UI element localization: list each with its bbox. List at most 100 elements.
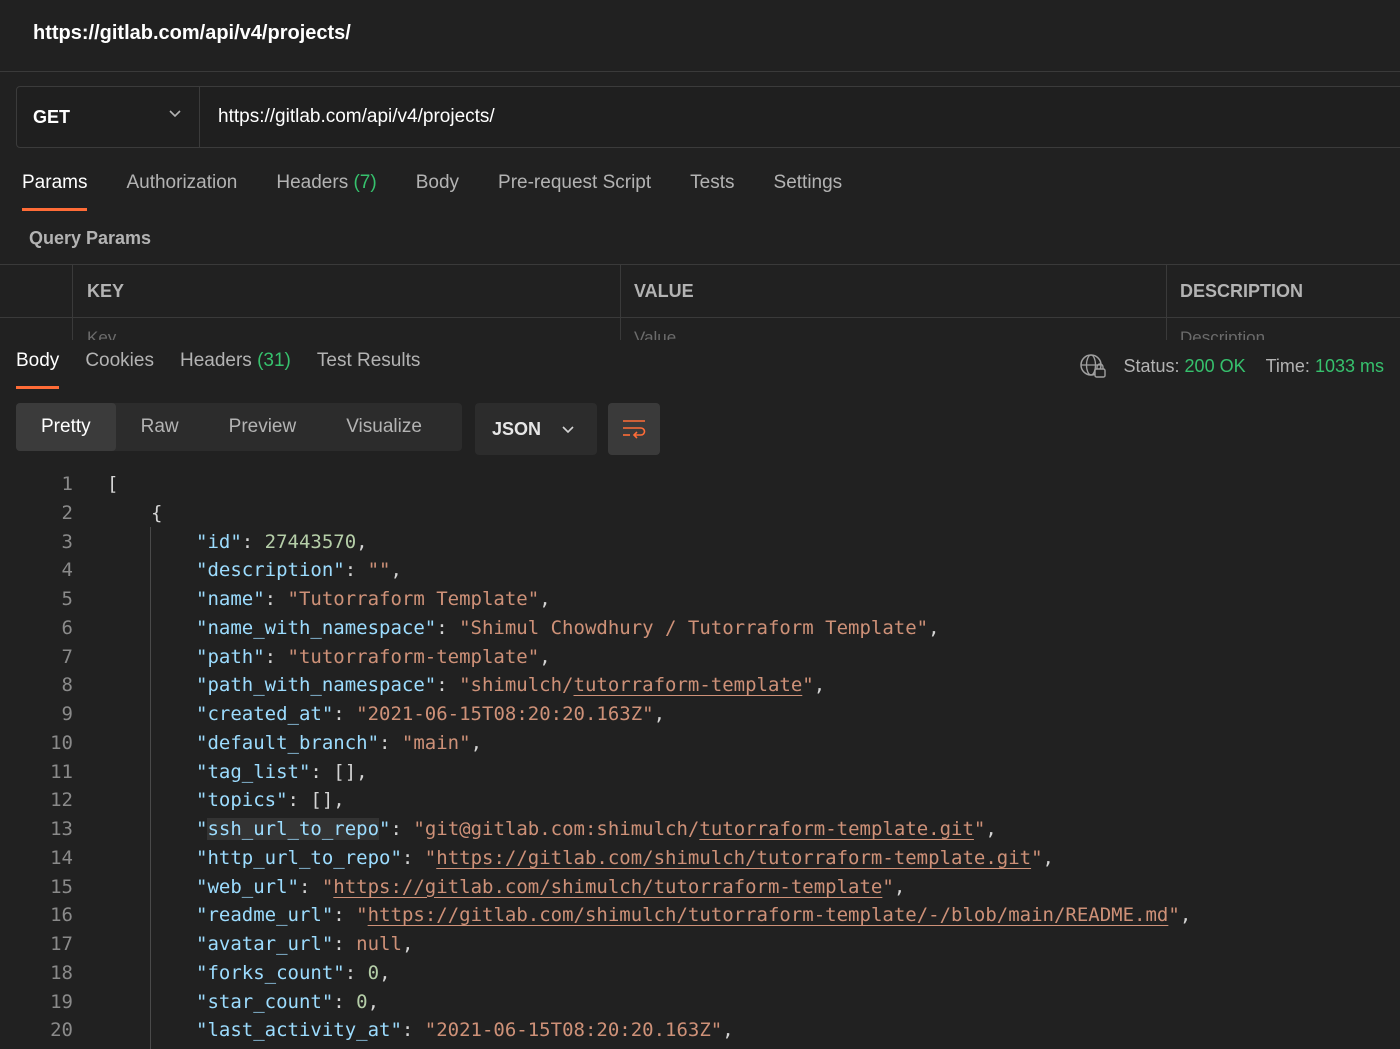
code-token: [ — [107, 473, 118, 495]
tab-headers[interactable]: Headers (7) — [276, 172, 376, 212]
code-text: [ — [107, 470, 118, 499]
code-line: 14"http_url_to_repo": "https://gitlab.co… — [0, 844, 1400, 873]
code-token[interactable]: https://gitlab.com/shimulch/tutorraform-… — [333, 876, 882, 898]
code-token: "tutorraform-template" — [288, 646, 540, 668]
request-url-bar: GET — [16, 86, 1400, 148]
key-placeholder[interactable]: Key — [87, 328, 116, 340]
pretty-button[interactable]: Pretty — [16, 403, 116, 451]
url-input[interactable] — [201, 87, 1400, 147]
code-token: : — [402, 1019, 425, 1041]
code-token[interactable]: https://gitlab.com/shimulch/tutorraform-… — [368, 904, 1169, 926]
line-number: 20 — [0, 1016, 73, 1045]
tab-label: Authorization — [126, 172, 237, 193]
raw-button[interactable]: Raw — [116, 403, 204, 451]
response-meta: Status: 200 OK Time: 1033 ms — [1079, 352, 1385, 380]
code-text: "star_count": 0, — [196, 988, 379, 1017]
tab-body[interactable]: Body — [416, 172, 459, 212]
code-text: "ssh_url_to_repo": "git@gitlab.com:shimu… — [196, 815, 997, 844]
time-value[interactable]: 1033 ms — [1315, 356, 1384, 377]
code-text: "topics": [], — [196, 786, 345, 815]
code-token: 0 — [356, 991, 367, 1013]
code-token: , — [356, 531, 367, 553]
code-token: : — [242, 531, 265, 553]
code-token: , — [928, 617, 939, 639]
code-token: : — [333, 904, 356, 926]
code-token[interactable]: tutorraform-template.git — [699, 818, 974, 840]
value-column: VALUE Value — [620, 265, 1166, 340]
code-token: "name" — [196, 588, 265, 610]
line-number: 18 — [0, 959, 73, 988]
response-tab-body[interactable]: Body — [16, 350, 59, 390]
code-text: "name_with_namespace": "Shimul Chowdhury… — [196, 614, 940, 643]
value-placeholder[interactable]: Value — [634, 328, 676, 340]
code-token: " — [425, 847, 436, 869]
request-title[interactable]: https://gitlab.com/api/v4/projects/ — [33, 22, 351, 45]
tab-label: Headers — [276, 172, 348, 193]
code-token: null — [356, 933, 402, 955]
tab-authorization[interactable]: Authorization — [126, 172, 237, 212]
code-token: : — [333, 933, 356, 955]
code-token: : — [265, 646, 288, 668]
code-token: "path_with_namespace" — [196, 674, 436, 696]
code-line: 12"topics": [], — [0, 786, 1400, 815]
code-token: , — [1180, 904, 1191, 926]
code-token: : [], — [288, 789, 345, 811]
tab-label: Cookies — [85, 350, 154, 371]
request-tabs: Params Authorization Headers (7) Body Pr… — [22, 172, 881, 214]
description-header: DESCRIPTION — [1180, 281, 1303, 302]
code-token[interactable]: tutorraform-template — [574, 674, 803, 696]
code-token: "path" — [196, 646, 265, 668]
response-body-code[interactable]: 1[2{3"id": 27443570,4"description": "",5… — [0, 470, 1400, 1049]
method-select[interactable]: GET — [17, 87, 200, 147]
code-token[interactable]: https://gitlab.com/shimulch/tutorraform-… — [436, 847, 1031, 869]
code-token: , — [379, 962, 390, 984]
code-line: 13"ssh_url_to_repo": "git@gitlab.com:shi… — [0, 815, 1400, 844]
line-number: 1 — [0, 470, 73, 499]
code-line: 18"forks_count": 0, — [0, 959, 1400, 988]
code-token: " — [1168, 904, 1179, 926]
code-token: "" — [368, 559, 391, 581]
tab-params[interactable]: Params — [22, 172, 87, 212]
code-token: " — [974, 818, 985, 840]
code-token: , — [368, 991, 379, 1013]
code-token: "Tutorraform Template" — [288, 588, 540, 610]
code-token: : — [436, 674, 459, 696]
globe-lock-icon[interactable] — [1079, 352, 1107, 380]
response-tab-cookies[interactable]: Cookies — [85, 350, 154, 390]
code-token: , — [722, 1019, 733, 1041]
code-line: 1[ — [0, 470, 1400, 499]
visualize-button[interactable]: Visualize — [321, 403, 447, 451]
tab-pre-request-script[interactable]: Pre-request Script — [498, 172, 651, 212]
code-token: : — [379, 732, 402, 754]
line-number: 11 — [0, 758, 73, 787]
tab-label: Body — [416, 172, 459, 193]
response-tab-test-results[interactable]: Test Results — [317, 350, 420, 390]
line-number: 5 — [0, 585, 73, 614]
word-wrap-button[interactable] — [608, 403, 660, 455]
code-line: 10"default_branch": "main", — [0, 729, 1400, 758]
code-token: , — [402, 933, 413, 955]
tab-tests[interactable]: Tests — [690, 172, 734, 212]
headers-count: (7) — [353, 172, 376, 193]
tab-label: Settings — [774, 172, 843, 193]
code-line: 4"description": "", — [0, 556, 1400, 585]
request-title-bar: https://gitlab.com/api/v4/projects/ — [0, 0, 1400, 72]
line-number: 8 — [0, 671, 73, 700]
line-number: 7 — [0, 643, 73, 672]
code-token: , — [985, 818, 996, 840]
preview-button[interactable]: Preview — [204, 403, 322, 451]
response-tab-headers[interactable]: Headers (31) — [180, 350, 291, 390]
code-token: "default_branch" — [196, 732, 379, 754]
line-number: 14 — [0, 844, 73, 873]
format-select[interactable]: JSON — [475, 403, 597, 455]
tab-label: Pre-request Script — [498, 172, 651, 193]
code-line: 20"last_activity_at": "2021-06-15T08:20:… — [0, 1016, 1400, 1045]
status-value[interactable]: 200 OK — [1185, 356, 1246, 377]
code-text: "tag_list": [], — [196, 758, 368, 787]
tab-settings[interactable]: Settings — [774, 172, 843, 212]
code-text: "readme_url": "https://gitlab.com/shimul… — [196, 901, 1191, 930]
code-token: " — [882, 876, 893, 898]
description-placeholder[interactable]: Description — [1180, 328, 1265, 340]
line-number: 19 — [0, 988, 73, 1017]
response-tabs: Body Cookies Headers (31) Test Results — [16, 350, 446, 392]
